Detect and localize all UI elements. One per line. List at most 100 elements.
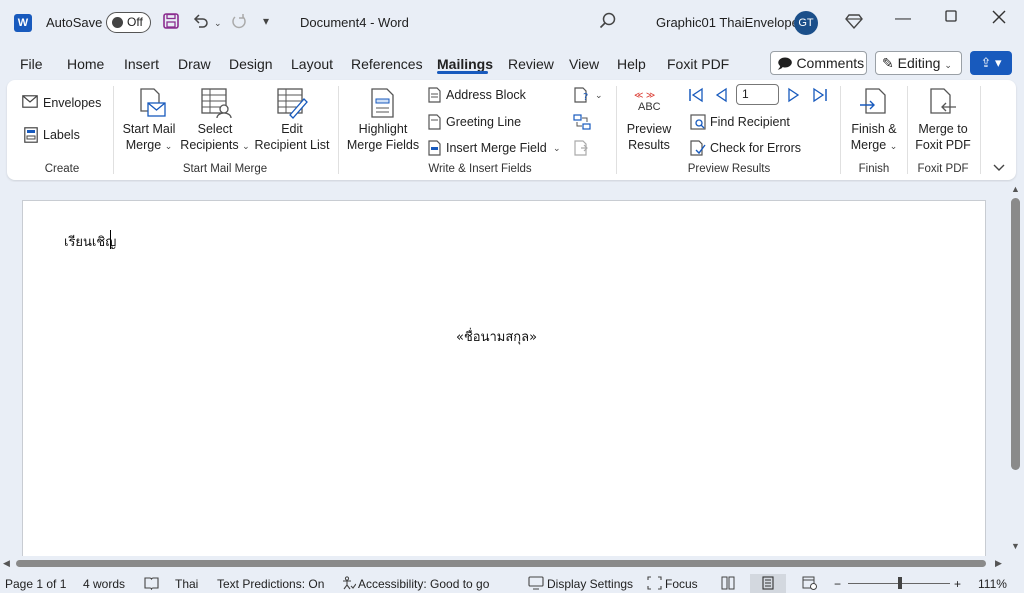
horizontal-scroll-thumb[interactable] xyxy=(16,560,986,567)
scroll-up-arrow-icon[interactable]: ▲ xyxy=(1011,184,1020,194)
comments-button[interactable]: 🗩 Comments xyxy=(770,51,867,75)
start-mail-merge-button[interactable]: Start Mail Merge ⌄ xyxy=(118,121,180,154)
group-divider xyxy=(113,86,114,174)
display-settings-icon xyxy=(528,576,544,593)
avatar[interactable]: GT xyxy=(794,11,818,35)
highlight-merge-fields-label-line2: Merge Fields xyxy=(346,138,420,152)
tab-help[interactable]: Help xyxy=(617,56,646,72)
customize-toolbar-icon[interactable]: ▾ xyxy=(263,14,269,28)
edit-recipient-list-label-line1: Edit xyxy=(281,122,303,136)
document-title: Document4 - Word xyxy=(300,15,409,30)
accessibility-status[interactable]: Accessibility: Good to go xyxy=(358,577,489,591)
proofing-book-icon[interactable] xyxy=(144,576,159,593)
find-recipient-button[interactable]: Find Recipient xyxy=(710,115,790,129)
rules-icon[interactable]: ? xyxy=(574,87,592,106)
scroll-right-arrow-icon[interactable]: ▶ xyxy=(995,558,1002,569)
diamond-icon[interactable] xyxy=(845,12,863,35)
share-button[interactable]: ⇪ ▾ xyxy=(970,51,1012,75)
insert-merge-field-icon xyxy=(428,140,441,159)
merge-field-name[interactable]: «ชื่อนามสกุล» xyxy=(456,326,537,347)
merge-to-foxit-pdf-button[interactable]: Merge to Foxit PDF xyxy=(912,121,974,153)
page-count[interactable]: Page 1 of 1 xyxy=(5,577,66,591)
chevron-down-icon[interactable]: ⌄ xyxy=(595,90,603,101)
document-line-1[interactable]: เรียนเชิญ xyxy=(64,231,116,252)
text-predictions-status[interactable]: Text Predictions: On xyxy=(217,577,324,591)
minimize-icon[interactable]: — xyxy=(890,10,916,28)
zoom-level[interactable]: 111% xyxy=(978,577,1007,591)
web-layout-icon[interactable] xyxy=(802,576,817,593)
chevron-down-icon: ⌄ xyxy=(889,141,898,151)
tab-home[interactable]: Home xyxy=(67,56,104,72)
preview-results-label-line2: Results xyxy=(628,138,670,152)
document-page[interactable] xyxy=(22,200,986,560)
edit-recipient-list-icon xyxy=(276,87,308,122)
address-block-button[interactable]: Address Block xyxy=(446,88,526,102)
start-mail-merge-label-line2: Merge xyxy=(125,138,162,152)
scroll-left-arrow-icon[interactable]: ◀ xyxy=(3,558,10,569)
edit-recipient-list-button[interactable]: Edit Recipient List xyxy=(254,121,330,153)
tab-mailings[interactable]: Mailings xyxy=(437,56,493,72)
select-recipients-icon xyxy=(200,87,232,122)
undo-icon[interactable] xyxy=(192,12,210,35)
record-number-value: 1 xyxy=(742,87,749,101)
first-record-icon[interactable] xyxy=(688,87,704,106)
tab-design[interactable]: Design xyxy=(229,56,273,72)
tab-file[interactable]: File xyxy=(20,56,43,72)
envelopes-button[interactable]: Envelopes xyxy=(43,96,101,110)
language-indicator[interactable]: Thai xyxy=(175,577,198,591)
share-icon: ⇪ ▾ xyxy=(980,55,1002,70)
insert-merge-field-button[interactable]: Insert Merge Field xyxy=(446,141,547,155)
chevron-down-icon[interactable]: ⌄ xyxy=(553,143,561,154)
word-count[interactable]: 4 words xyxy=(83,577,125,591)
undo-dropdown-chevron-icon[interactable]: ⌄ xyxy=(214,18,222,29)
print-layout-icon[interactable] xyxy=(761,576,775,593)
highlight-merge-fields-button[interactable]: Highlight Merge Fields xyxy=(344,121,422,153)
preview-results-button[interactable]: Preview Results xyxy=(622,121,676,153)
collapse-ribbon-chevron-icon[interactable] xyxy=(993,160,1005,175)
search-icon[interactable] xyxy=(598,11,618,37)
comment-icon: 🗩 xyxy=(777,55,793,71)
read-mode-icon[interactable] xyxy=(721,576,735,593)
comments-label: Comments xyxy=(796,55,865,71)
greeting-line-button[interactable]: Greeting Line xyxy=(446,115,521,129)
autosave-toggle[interactable]: Off xyxy=(106,12,151,33)
finish-and-merge-button[interactable]: Finish & Merge ⌄ xyxy=(846,121,902,154)
start-mail-merge-icon xyxy=(138,87,168,122)
toggle-knob xyxy=(112,17,123,28)
profile-name[interactable]: Graphic01 ThaiEnvelope xyxy=(656,15,799,30)
check-for-errors-button[interactable]: Check for Errors xyxy=(710,141,801,155)
group-label-write-insert-fields: Write & Insert Fields xyxy=(428,163,532,175)
zoom-out-button[interactable]: − xyxy=(834,577,841,591)
record-number-input[interactable]: 1 xyxy=(736,84,779,105)
update-labels-icon[interactable] xyxy=(574,140,590,159)
scroll-down-arrow-icon[interactable]: ▼ xyxy=(1011,541,1020,551)
save-icon[interactable] xyxy=(162,12,180,35)
previous-record-icon[interactable] xyxy=(714,87,728,106)
tab-draw[interactable]: Draw xyxy=(178,56,211,72)
tab-insert[interactable]: Insert xyxy=(124,56,159,72)
text-cursor xyxy=(110,230,111,249)
vertical-scroll-thumb[interactable] xyxy=(1011,198,1020,470)
maximize-icon[interactable] xyxy=(938,9,964,28)
autosave-label: AutoSave xyxy=(46,15,103,30)
select-recipients-button[interactable]: Select Recipients ⌄ xyxy=(180,121,250,154)
focus-button[interactable]: Focus xyxy=(665,577,698,591)
zoom-slider-thumb[interactable] xyxy=(898,577,902,589)
match-fields-icon[interactable] xyxy=(573,114,591,133)
zoom-in-button[interactable]: + xyxy=(954,577,961,591)
tab-view[interactable]: View xyxy=(569,56,599,72)
display-settings-button[interactable]: Display Settings xyxy=(547,577,633,591)
redo-icon[interactable] xyxy=(230,12,248,35)
tab-references[interactable]: References xyxy=(351,56,423,72)
tab-review[interactable]: Review xyxy=(508,56,554,72)
tab-foxit-pdf[interactable]: Foxit PDF xyxy=(667,56,729,72)
next-record-icon[interactable] xyxy=(787,87,801,106)
editing-button[interactable]: ✎ Editing ⌄ xyxy=(875,51,962,75)
labels-button[interactable]: Labels xyxy=(43,128,80,142)
group-label-finish: Finish xyxy=(858,163,890,175)
start-mail-merge-label-line1: Start Mail xyxy=(122,122,176,136)
close-icon[interactable] xyxy=(986,9,1012,30)
last-record-icon[interactable] xyxy=(812,87,828,106)
tab-layout[interactable]: Layout xyxy=(291,56,333,72)
accessibility-icon xyxy=(341,576,357,593)
